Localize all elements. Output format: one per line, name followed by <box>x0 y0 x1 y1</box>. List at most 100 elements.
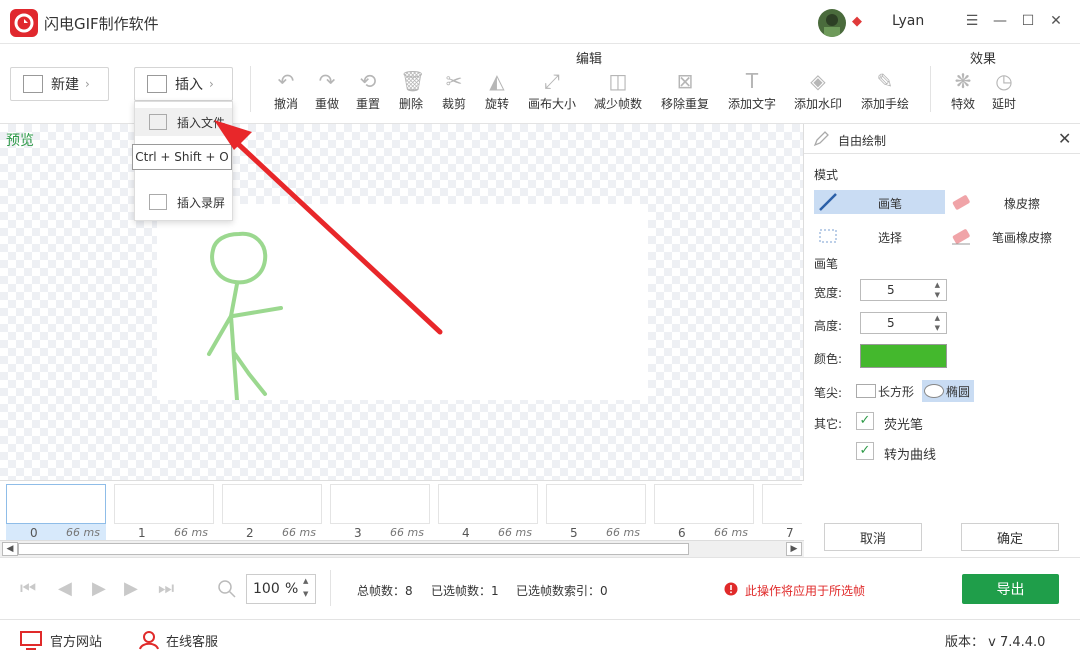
frame-item[interactable]: 1 66 ms <box>114 484 214 540</box>
confirm-button[interactable]: 确定 <box>961 523 1059 551</box>
frame-item[interactable]: 4 66 ms <box>438 484 538 540</box>
pencil-icon <box>813 131 829 147</box>
frame-thumbnail <box>114 484 214 524</box>
to-curve-label: 转为曲线 <box>884 448 937 463</box>
reduce-frames-button[interactable]: ◫ 减少帧数 <box>590 70 646 112</box>
new-button[interactable]: 新建 › <box>10 67 109 101</box>
up-arrow-icon[interactable]: ▲ <box>303 577 308 585</box>
pen-icon <box>819 193 837 211</box>
frame-item[interactable]: 0 66 ms <box>6 484 106 540</box>
effects-icon: ❋ <box>954 69 972 93</box>
close-icon[interactable]: ✕ <box>1048 13 1064 29</box>
minimize-icon[interactable]: — <box>992 13 1008 29</box>
scroll-left-icon[interactable]: ◀ <box>2 542 18 556</box>
last-frame-icon[interactable]: ⏭ <box>158 578 174 599</box>
selected-frames: 已选帧数：1 <box>431 584 499 598</box>
select-mode-button[interactable]: 选择 <box>814 224 945 248</box>
frame-item[interactable]: 2 66 ms <box>222 484 322 540</box>
insert-icon <box>147 75 167 93</box>
insert-record-item[interactable]: 插入录屏 <box>135 188 232 216</box>
preview-area[interactable]: 预览 <box>0 124 804 480</box>
export-button[interactable]: 导出 <box>962 574 1059 604</box>
file-icon <box>149 114 167 130</box>
close-icon[interactable]: ✕ <box>1058 129 1071 148</box>
insert-button-label: 插入 <box>175 77 203 93</box>
frame-item[interactable]: 7 <box>762 484 802 540</box>
delay-button[interactable]: ◷ 延时 <box>976 70 1032 112</box>
stroke-eraser-icon <box>952 229 970 245</box>
up-arrow-icon[interactable]: ▲ <box>935 314 940 322</box>
color-picker[interactable] <box>860 344 947 368</box>
highlighter-label: 荧光笔 <box>884 418 924 433</box>
scissors-icon: ✂ <box>445 69 463 93</box>
shortcut-tooltip: Ctrl + Shift + O <box>132 144 232 170</box>
height-stepper[interactable]: 5 ▲ ▼ <box>860 312 947 334</box>
prev-frame-icon[interactable]: ◀ <box>58 578 72 599</box>
total-frames: 总帧数：8 <box>357 584 413 598</box>
frame-item[interactable]: 5 66 ms <box>546 484 646 540</box>
add-watermark-button[interactable]: ◈ 添加水印 <box>790 70 846 112</box>
tip-ellipse-option[interactable]: 椭圆 <box>922 380 974 402</box>
down-arrow-icon[interactable]: ▼ <box>935 291 940 299</box>
effect-group-label: 效果 <box>970 52 997 67</box>
down-arrow-icon[interactable]: ▼ <box>935 324 940 332</box>
chevron-right-icon: › <box>209 77 214 91</box>
add-drawing-button[interactable]: ✎ 添加手绘 <box>857 70 913 112</box>
menu-icon[interactable]: ☰ <box>964 13 980 29</box>
scroll-thumb[interactable] <box>18 543 689 555</box>
undo-icon: ↶ <box>277 69 295 93</box>
record-icon <box>149 194 167 210</box>
new-button-label: 新建 <box>51 77 79 93</box>
highlighter-checkbox[interactable]: ✓ <box>856 412 874 430</box>
frame-canvas[interactable] <box>157 204 648 402</box>
playback-bar: ⏮ ◀ ▶ ▶ ⏭ 100 % ▲ ▼ 总帧数：8 已选帧数：1 已选帧数索引：… <box>0 557 1080 619</box>
vip-diamond-icon[interactable]: ◆ <box>852 14 862 29</box>
warning-icon <box>724 582 738 596</box>
select-icon <box>819 229 837 243</box>
divider <box>250 66 251 112</box>
frame-strip: 0 66 ms 1 66 ms 2 66 ms 3 66 ms 4 66 ms 5 66 m… <box>0 480 804 540</box>
cancel-button[interactable]: 取消 <box>824 523 922 551</box>
app-title: 闪电GIF制作软件 <box>44 15 159 33</box>
canvas-size-button[interactable]: ⤢ 画布大小 <box>524 70 580 112</box>
remove-duplicates-button[interactable]: ⊠ 移除重复 <box>657 70 713 112</box>
website-link[interactable]: 官方网站 <box>20 630 102 650</box>
play-icon[interactable]: ▶ <box>92 578 106 599</box>
redo-icon: ↷ <box>318 69 336 93</box>
width-label: 宽度: <box>814 286 843 300</box>
add-text-button[interactable]: T 添加文字 <box>724 70 780 112</box>
support-link[interactable]: 在线客服 <box>138 630 218 650</box>
eraser-mode-button[interactable]: 橡皮擦 <box>948 190 1076 214</box>
up-arrow-icon[interactable]: ▲ <box>935 281 940 289</box>
frame-thumbnail <box>438 484 538 524</box>
trash-icon: 🗑 <box>400 69 426 93</box>
avatar[interactable] <box>818 9 846 37</box>
panel-header: 自由绘制 ✕ <box>804 124 1080 154</box>
pen-mode-button[interactable]: 画笔 <box>814 190 945 214</box>
stroke-eraser-mode-button[interactable]: 笔画橡皮擦 <box>948 224 1076 248</box>
insert-file-item[interactable]: 插入文件 <box>135 108 232 136</box>
rotate-button[interactable]: ◭ 旋转 <box>469 70 525 112</box>
frame-item[interactable]: 6 66 ms <box>654 484 754 540</box>
ellipse-icon <box>924 384 944 398</box>
to-curve-checkbox[interactable]: ✓ <box>856 442 874 460</box>
zoom-stepper[interactable]: 100 % ▲ ▼ <box>246 574 316 604</box>
pen-section-label: 画笔 <box>814 257 839 271</box>
down-arrow-icon[interactable]: ▼ <box>303 590 308 598</box>
tip-rectangle-option[interactable]: 长方形 <box>856 380 920 402</box>
version-label: 版本： v 7.4.4.0 <box>945 635 1046 650</box>
maximize-icon[interactable]: ☐ <box>1020 13 1036 29</box>
username[interactable]: Lyan <box>892 13 924 29</box>
reset-icon: ⟲ <box>359 69 377 93</box>
frame-thumbnail <box>762 484 802 524</box>
frame-thumbnail <box>654 484 754 524</box>
next-frame-icon[interactable]: ▶ <box>124 578 138 599</box>
frame-scrollbar[interactable]: ◀ ▶ <box>0 540 804 557</box>
frame-thumbnail <box>6 484 106 524</box>
scroll-right-icon[interactable]: ▶ <box>786 542 802 556</box>
frame-item[interactable]: 3 66 ms <box>330 484 430 540</box>
new-file-icon <box>23 75 43 93</box>
width-stepper[interactable]: 5 ▲ ▼ <box>860 279 947 301</box>
first-frame-icon[interactable]: ⏮ <box>20 578 36 599</box>
insert-button[interactable]: 插入 › <box>134 67 233 101</box>
